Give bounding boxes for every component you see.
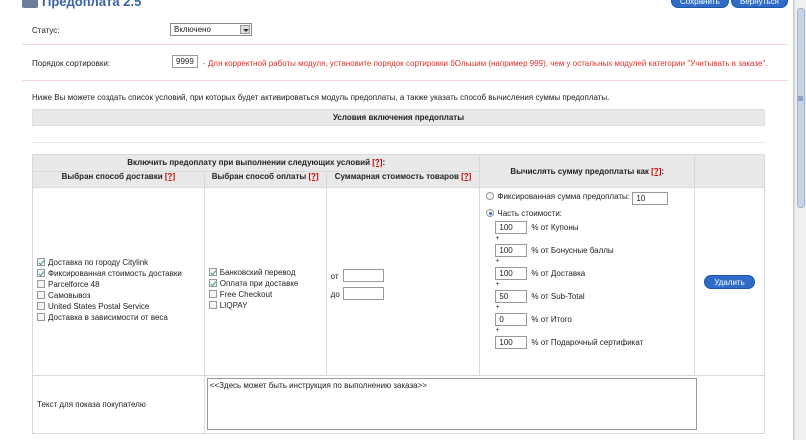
sort-order-input[interactable]: 9999 [172,55,198,68]
part-input[interactable]: 100 [495,244,528,257]
part-line: 50% от Sub-Total [495,290,694,304]
radio-fixed[interactable] [486,192,495,200]
conditions-table: Включить предоплату при выполнении следу… [31,154,766,434]
back-button[interactable]: Вернуться [731,0,788,8]
payment-option[interactable]: Банковский перевод [208,267,326,278]
parts-list: 100% от Купоны + 100% от Бонусные баллы … [486,221,694,350]
checkbox[interactable] [208,267,217,276]
customer-text-cell: <<Здесь может быть инструкция по выполне… [203,375,766,434]
part-input[interactable]: 100 [495,336,528,349]
checkbox[interactable] [208,300,217,309]
help-link[interactable]: [?] [651,167,661,176]
part-input[interactable]: 100 [495,221,528,234]
total-from-input[interactable] [342,268,384,282]
save-button[interactable]: Сохранить [671,0,729,8]
part-line: 100% от Бонусные баллы [495,244,694,258]
divider [32,142,765,143]
part-line: 0% от Итого [495,313,694,327]
checkbox[interactable] [37,290,45,299]
part-line: 100% от Подарочный сертификат [495,336,694,350]
scrollbar[interactable] [794,0,806,440]
page-title: Предоплата 2.5 [42,0,142,9]
total-from-label: от [330,271,339,281]
payment-option[interactable]: Оплата при доставке [208,278,326,289]
plus-sign: + [495,327,500,334]
payment-list: Банковский перевод Оплата при доставке F… [208,267,326,311]
customer-text-label: Текст для показа покупателю [32,375,205,434]
help-link[interactable]: [?] [165,172,175,181]
module-frame: Предоплата 2.5 Сохранить Вернуться Стату… [0,0,794,440]
intro-text: Ниже Вы можете создать список условий, п… [32,93,610,102]
delete-button[interactable]: Удалить [704,274,755,289]
part-option[interactable]: Часть стоимости: [486,209,694,219]
help-link[interactable]: [?] [372,158,382,167]
part-input[interactable]: 50 [495,290,528,303]
calc-cell: Фиксированная сумма предоплаты: 10 Часть… [479,187,695,376]
checkbox[interactable] [208,278,217,287]
total-cell: от до [325,187,481,376]
module-icon [22,0,38,8]
radio-part[interactable] [486,209,495,217]
status-row: Статус: Включено [22,14,788,45]
condition-row: Доставка по городу Citylink Фиксированна… [32,187,765,376]
sort-order-row: Порядок сортировки: 9999 - Для корректно… [22,45,788,81]
checkbox[interactable] [37,279,45,288]
actions-header [694,154,765,188]
status-value: Включено [174,25,211,34]
part-input[interactable]: 0 [495,313,528,326]
help-link[interactable]: [?] [461,172,471,181]
plus-sign: + [495,304,500,311]
payment-option[interactable]: Free Checkout [208,289,326,300]
actions-cell: Удалить [694,187,765,376]
part-line: 100% от Доставка [495,267,694,281]
grip-icon [798,96,803,101]
checkbox[interactable] [37,257,45,266]
enable-header: Включить предоплату при выполнении следу… [31,154,481,172]
plus-sign: + [495,235,500,242]
payment-cell: Банковский перевод Оплата при доставке F… [203,187,327,376]
customer-text-row: Текст для показа покупателю <<Здесь може… [32,375,766,434]
shipping-option[interactable]: Фиксированная стоимость доставки [37,268,204,279]
plus-sign: + [495,281,500,288]
checkbox[interactable] [37,268,45,277]
shipping-option[interactable]: Самовывоз [37,290,204,301]
status-select[interactable]: Включено [170,23,252,36]
payment-option[interactable]: LIQPAY [208,300,326,311]
part-input[interactable]: 100 [495,267,528,280]
shipping-cell: Доставка по городу Citylink Фиксированна… [32,187,205,376]
calc-header: Вычислять сумму предоплаты как [?]: [479,154,695,188]
col-payment: Выбран способ оплаты [?] [203,171,327,188]
help-link[interactable]: [?] [308,172,318,181]
total-range: от до [330,268,480,305]
part-line: 100% от Купоны [495,221,694,235]
total-to-input[interactable] [342,286,384,300]
shipping-option[interactable]: Доставка по городу Citylink [37,257,204,268]
status-label: Статус: [32,26,60,35]
checkbox[interactable] [208,289,217,298]
total-to-label: до [330,289,340,299]
customer-text-area[interactable]: <<Здесь может быть инструкция по выполне… [206,378,697,430]
fixed-amount-input[interactable]: 10 [632,192,669,205]
checkbox[interactable] [37,312,45,321]
page-header: Предоплата 2.5 Сохранить Вернуться [22,0,788,10]
shipping-list: Доставка по городу Citylink Фиксированна… [37,257,204,323]
fixed-option[interactable]: Фиксированная сумма предоплаты: 10 [486,192,694,206]
sort-order-hint: - Для корректной работы модуля, установи… [203,59,768,68]
shipping-option[interactable]: Доставка в зависимости от веса [37,312,204,323]
chevron-down-icon [240,25,250,34]
col-total: Суммарная стоимость товаров [?] [325,171,481,188]
shipping-option[interactable]: Parcelforce 48 [37,279,204,290]
sort-order-label: Порядок сортировки: [32,59,111,68]
shipping-option[interactable]: United States Postal Service [37,301,204,312]
checkbox[interactable] [37,301,45,310]
conditions-bar: Условия включения предоплаты [32,109,765,126]
scrollbar-thumb[interactable] [797,8,805,208]
col-shipping: Выбран способ доставки [?] [32,171,205,188]
plus-sign: + [495,258,500,265]
